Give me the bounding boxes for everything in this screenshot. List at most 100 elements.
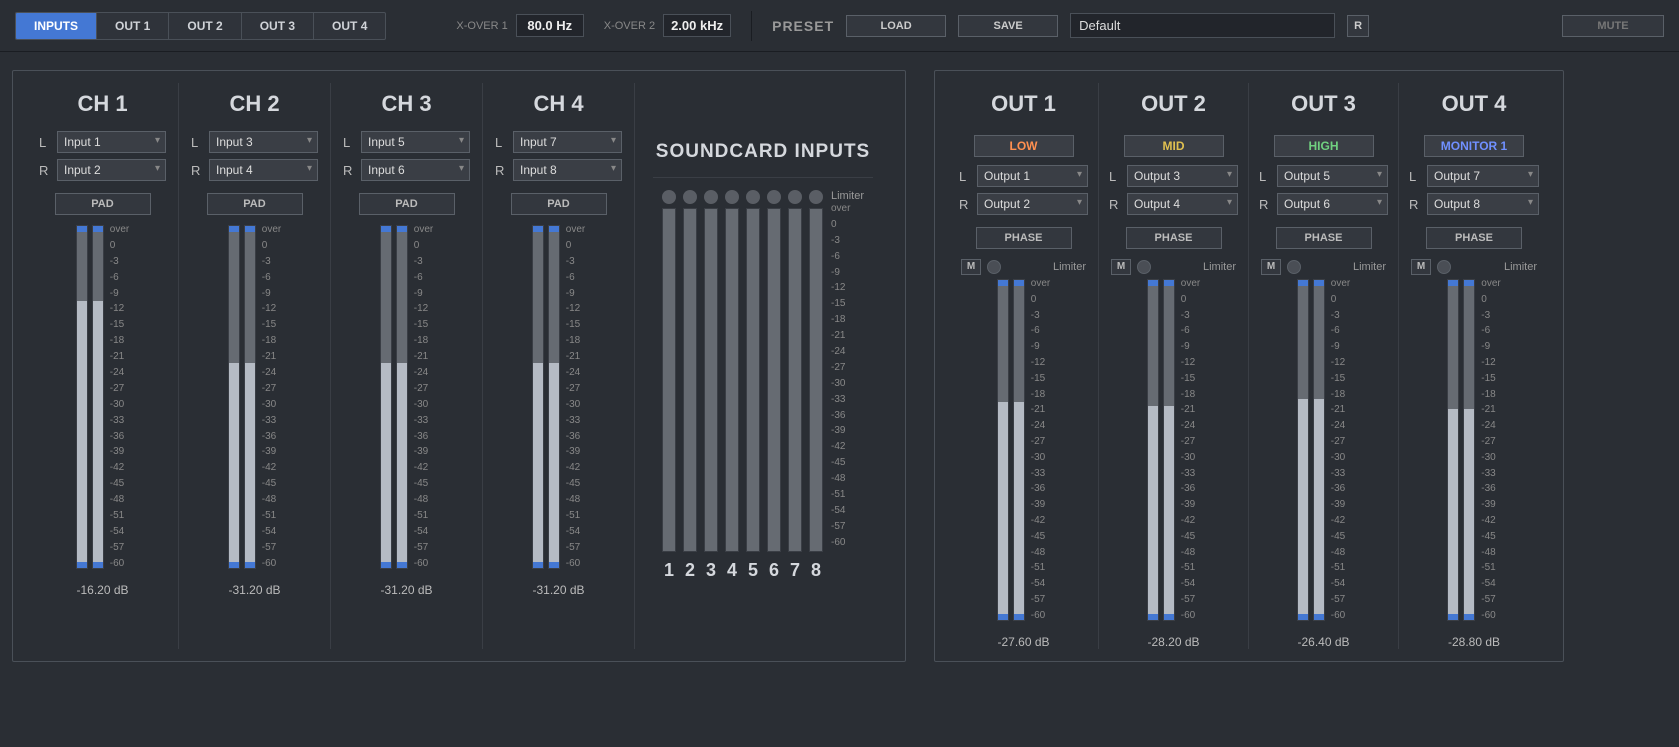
preset-group: PRESET LOAD SAVE Default R (772, 13, 1369, 38)
meter-scale: over0-3-6-9-12-15-18-21-24-27-30-33-36-3… (831, 204, 864, 548)
mute-button[interactable]: MUTE (1562, 15, 1664, 37)
xover1-input[interactable] (516, 14, 584, 37)
output-left-select[interactable]: Output 3 (1127, 165, 1238, 187)
input-channel-3: CH 3 L Input 5 R Input 6 PAD over0-3-6-9… (331, 83, 483, 649)
db-readout: -26.40 dB (1297, 635, 1349, 649)
input-right-select[interactable]: Input 4 (209, 159, 318, 181)
meter-scale: over0-3-6-9-12-15-18-21-24-27-30-33-36-3… (414, 225, 433, 569)
right-label: R (495, 163, 507, 178)
xover2-label: X-OVER 2 (604, 20, 655, 32)
tab-out-3[interactable]: OUT 3 (242, 13, 314, 39)
input-left-select[interactable]: Input 3 (209, 131, 318, 153)
right-label: R (343, 163, 355, 178)
output-right-select[interactable]: Output 2 (977, 193, 1088, 215)
pad-button[interactable]: PAD (511, 193, 607, 215)
load-button[interactable]: LOAD (846, 15, 946, 37)
phase-button[interactable]: PHASE (1126, 227, 1222, 249)
left-label: L (1259, 169, 1271, 184)
channel-mute-button[interactable]: M (1111, 259, 1131, 275)
meter-block: over0-3-6-9-12-15-18-21-24-27-30-33-36-3… (532, 225, 585, 569)
save-button[interactable]: SAVE (958, 15, 1058, 37)
meter-scale: over0-3-6-9-12-15-18-21-24-27-30-33-36-3… (1181, 279, 1200, 621)
level-meter (396, 225, 408, 569)
tab-inputs[interactable]: INPUTS (16, 13, 97, 39)
limiter-label: Limiter (831, 190, 864, 202)
pad-button[interactable]: PAD (207, 193, 303, 215)
xover2-input[interactable] (663, 14, 731, 37)
output-right-select[interactable]: Output 6 (1277, 193, 1388, 215)
link-indicator[interactable] (1437, 260, 1451, 274)
left-label: L (39, 135, 51, 150)
db-readout: -28.80 dB (1448, 635, 1500, 649)
right-label: R (1409, 197, 1421, 212)
meter-block: over0-3-6-9-12-15-18-21-24-27-30-33-36-3… (1297, 279, 1350, 621)
output-channel-3: OUT 3 HIGH L Output 5 R Output 6 PHASE M… (1249, 83, 1399, 649)
output-name-field[interactable]: MONITOR 1 (1424, 135, 1524, 157)
input-left-select[interactable]: Input 5 (361, 131, 470, 153)
pad-button[interactable]: PAD (359, 193, 455, 215)
level-meter (1297, 279, 1309, 621)
output-channel-2: OUT 2 MID L Output 3 R Output 4 PHASE M … (1099, 83, 1249, 649)
link-indicator[interactable] (1137, 260, 1151, 274)
view-tabs: INPUTSOUT 1OUT 2OUT 3OUT 4 (15, 12, 386, 40)
meter-scale: over0-3-6-9-12-15-18-21-24-27-30-33-36-3… (566, 225, 585, 569)
level-meter (380, 225, 392, 569)
left-label: L (191, 135, 203, 150)
meter-block: over0-3-6-9-12-15-18-21-24-27-30-33-36-3… (997, 279, 1050, 621)
input-channel-2: CH 2 L Input 3 R Input 4 PAD over0-3-6-9… (179, 83, 331, 649)
output-name-field[interactable]: MID (1124, 135, 1224, 157)
tab-out-2[interactable]: OUT 2 (169, 13, 241, 39)
level-meter (92, 225, 104, 569)
output-channel-4: OUT 4 MONITOR 1 L Output 7 R Output 8 PH… (1399, 83, 1549, 649)
input-left-select[interactable]: Input 1 (57, 131, 166, 153)
right-label: R (191, 163, 203, 178)
db-readout: -28.20 dB (1147, 635, 1199, 649)
right-label: R (959, 197, 971, 212)
right-label: R (1259, 197, 1271, 212)
db-readout: -31.20 dB (532, 583, 584, 597)
clip-indicators (662, 190, 823, 204)
channel-title: CH 4 (533, 91, 583, 117)
link-indicator[interactable] (987, 260, 1001, 274)
inputs-panel: CH 1 L Input 1 R Input 2 PAD over0-3-6-9… (12, 70, 906, 662)
input-left-select[interactable]: Input 7 (513, 131, 622, 153)
output-left-select[interactable]: Output 5 (1277, 165, 1388, 187)
preset-label: PRESET (772, 18, 834, 34)
link-indicator[interactable] (1287, 260, 1301, 274)
db-readout: -31.20 dB (228, 583, 280, 597)
input-right-select[interactable]: Input 8 (513, 159, 622, 181)
channel-mute-button[interactable]: M (1411, 259, 1431, 275)
left-label: L (495, 135, 507, 150)
input-right-select[interactable]: Input 6 (361, 159, 470, 181)
main-area: CH 1 L Input 1 R Input 2 PAD over0-3-6-9… (0, 52, 1679, 680)
level-meter (228, 225, 240, 569)
output-title: OUT 4 (1442, 91, 1507, 117)
output-name-field[interactable]: HIGH (1274, 135, 1374, 157)
tab-out-1[interactable]: OUT 1 (97, 13, 169, 39)
output-left-select[interactable]: Output 7 (1427, 165, 1539, 187)
channel-title: CH 2 (229, 91, 279, 117)
soundcard-inputs: SOUNDCARD INPUTS12345678Limiterover0-3-6… (635, 83, 891, 649)
level-meter (1013, 279, 1025, 621)
preset-reset-button[interactable]: R (1347, 15, 1369, 37)
meter-block: over0-3-6-9-12-15-18-21-24-27-30-33-36-3… (228, 225, 281, 569)
meter-block: over0-3-6-9-12-15-18-21-24-27-30-33-36-3… (1447, 279, 1500, 621)
phase-button[interactable]: PHASE (1276, 227, 1372, 249)
meter-block: over0-3-6-9-12-15-18-21-24-27-30-33-36-3… (76, 225, 129, 569)
pad-button[interactable]: PAD (55, 193, 151, 215)
preset-name-field[interactable]: Default (1070, 13, 1335, 38)
output-name-field[interactable]: LOW (974, 135, 1074, 157)
input-right-select[interactable]: Input 2 (57, 159, 166, 181)
output-left-select[interactable]: Output 1 (977, 165, 1088, 187)
meter-scale: over0-3-6-9-12-15-18-21-24-27-30-33-36-3… (262, 225, 281, 569)
level-meter (532, 225, 544, 569)
left-label: L (1409, 169, 1421, 184)
phase-button[interactable]: PHASE (976, 227, 1072, 249)
phase-button[interactable]: PHASE (1426, 227, 1522, 249)
channel-mute-button[interactable]: M (1261, 259, 1281, 275)
channel-mute-button[interactable]: M (961, 259, 981, 275)
output-right-select[interactable]: Output 8 (1427, 193, 1539, 215)
output-right-select[interactable]: Output 4 (1127, 193, 1238, 215)
tab-out-4[interactable]: OUT 4 (314, 13, 385, 39)
soundcard-title: SOUNDCARD INPUTS (656, 141, 870, 163)
